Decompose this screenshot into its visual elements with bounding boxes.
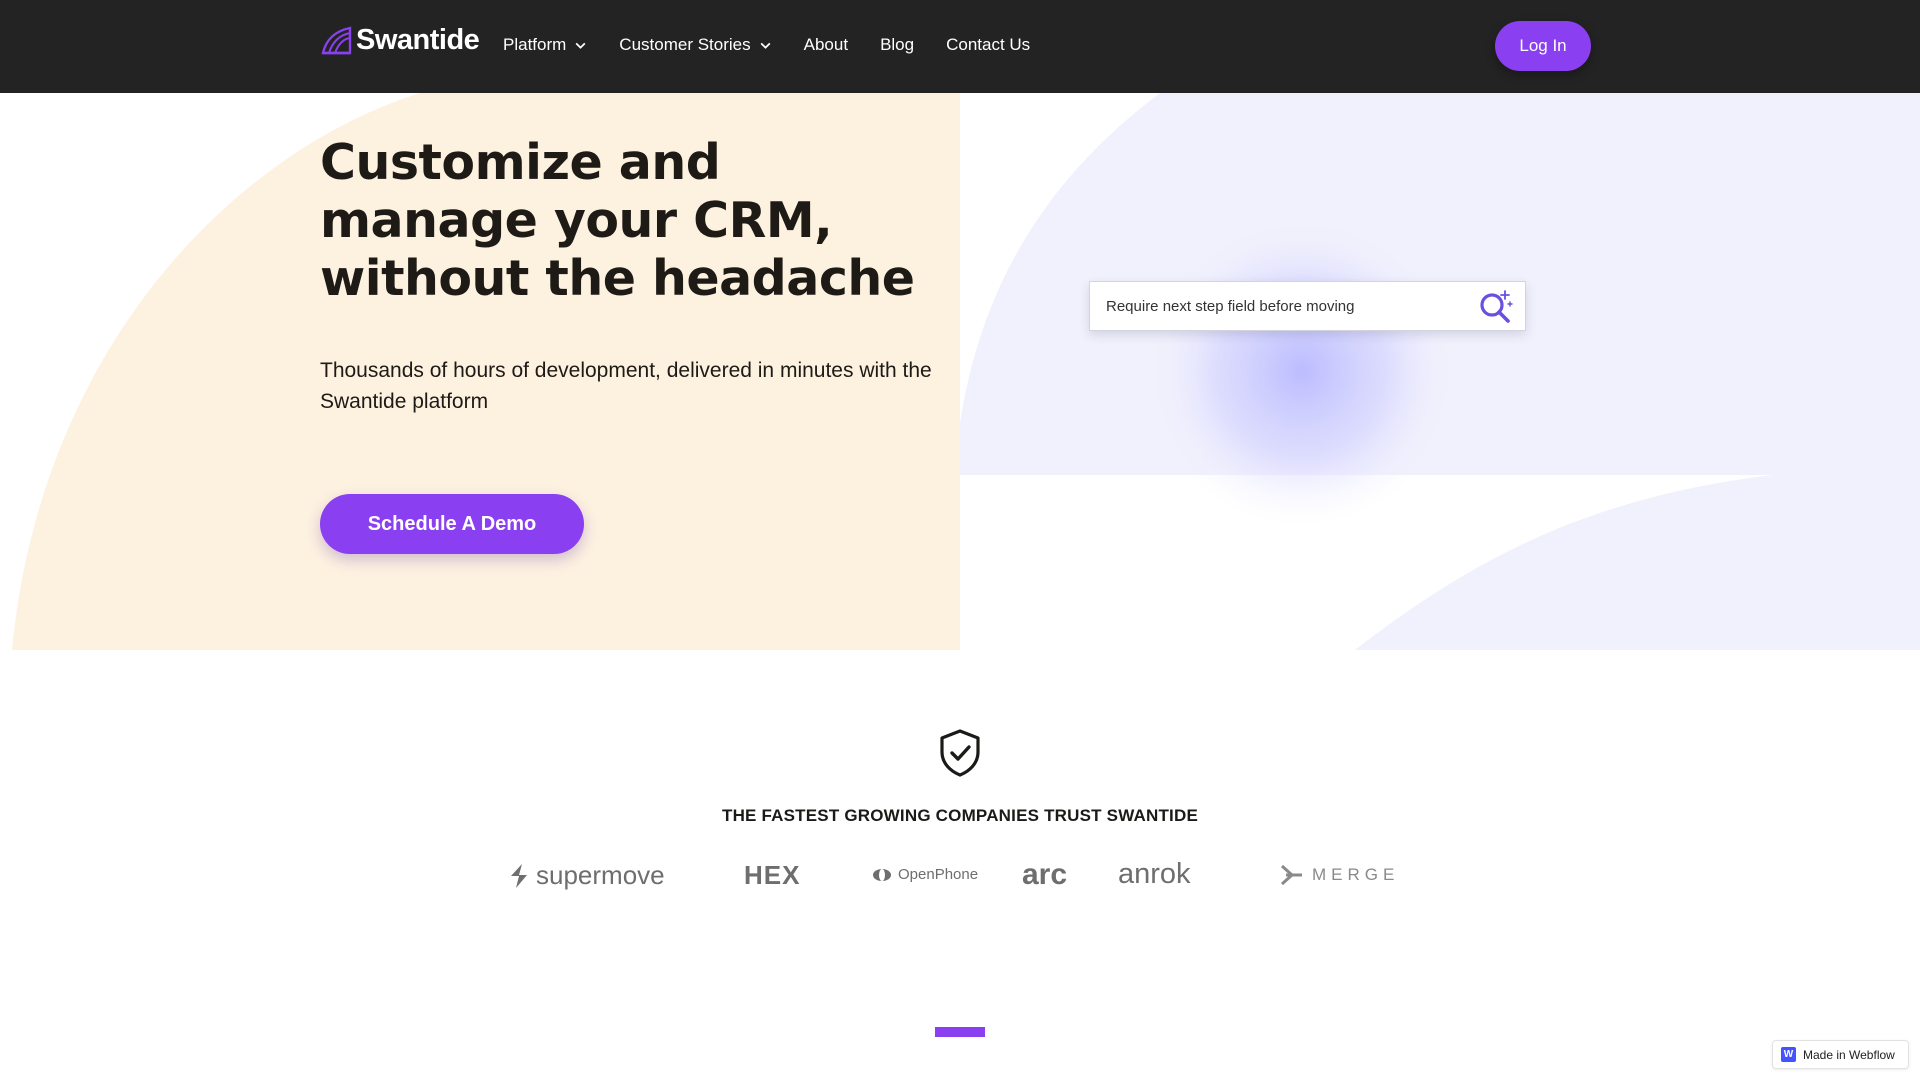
schedule-demo-button[interactable]: Schedule A Demo	[320, 494, 584, 554]
trust-heading: THE FASTEST GROWING COMPANIES TRUST SWAN…	[722, 806, 1198, 825]
login-button[interactable]: Log In	[1495, 21, 1591, 71]
logo-text: anrok	[1118, 858, 1191, 890]
nav-item-customer-stories[interactable]: Customer Stories	[619, 35, 771, 55]
logo-text: arc	[1022, 858, 1068, 891]
shield-check-icon	[940, 729, 980, 777]
nav-item-contact-us[interactable]: Contact Us	[946, 35, 1030, 55]
merge-logo: MERGE	[1280, 864, 1399, 886]
webflow-icon: W	[1781, 1047, 1796, 1062]
hero-right-arc-decoration	[960, 93, 1920, 650]
swantide-logo[interactable]: Swantide	[320, 24, 480, 57]
supermove-logo: supermove	[508, 860, 665, 891]
logo-text: OpenPhone	[898, 866, 979, 883]
magnify-sparkle-icon[interactable]	[1477, 288, 1515, 326]
arc-logo: arc	[1022, 858, 1067, 892]
ai-command-input-value: Require next step field before moving	[1106, 297, 1355, 315]
hero-right-panel	[960, 93, 1920, 650]
badge-label: Made in Webflow	[1803, 1047, 1895, 1062]
chevron-down-icon	[575, 42, 586, 49]
ai-command-input[interactable]: Require next step field before moving	[1089, 281, 1526, 331]
openphone-logo: OpenPhone	[872, 866, 978, 883]
nav-item-blog[interactable]: Blog	[880, 35, 914, 55]
chevron-down-icon	[760, 42, 771, 49]
hero-headline: Customize and manage your CRM, without t…	[320, 134, 915, 307]
logo-wordmark: Swantide	[356, 24, 480, 56]
top-navigation: Swantide Platform Customer Stories About…	[0, 0, 1920, 93]
nav-item-label: Contact Us	[946, 35, 1031, 54]
nav-item-label: About	[803, 35, 849, 54]
made-in-webflow-badge[interactable]: W Made in Webflow	[1772, 1040, 1909, 1069]
logo-text: HEX	[744, 860, 801, 890]
hero-subhead: Thousands of hours of development, deliv…	[320, 359, 932, 413]
openphone-mark-icon	[873, 868, 891, 881]
swantide-logo-mark-icon	[321, 26, 352, 54]
supermove-mark-icon	[511, 863, 527, 888]
nav-item-label: Platform	[503, 35, 567, 54]
anrok-logo: anrok	[1118, 858, 1191, 891]
nav-item-label: Customer Stories	[619, 35, 751, 54]
nav-item-label: Blog	[880, 35, 915, 54]
logo-text: MERGE	[1312, 865, 1400, 884]
merge-mark-icon	[1280, 864, 1302, 886]
customer-logo-strip: supermove HEX OpenPhone arc anrok MERGE	[0, 856, 1920, 896]
section-accent-bar	[935, 1027, 985, 1037]
nav-item-about[interactable]: About	[804, 35, 848, 55]
logo-text: supermove	[536, 860, 665, 890]
nav-links: Platform Customer Stories About Blog Con…	[503, 35, 1062, 55]
nav-item-platform[interactable]: Platform	[503, 35, 587, 55]
hex-logo: HEX	[744, 860, 800, 891]
